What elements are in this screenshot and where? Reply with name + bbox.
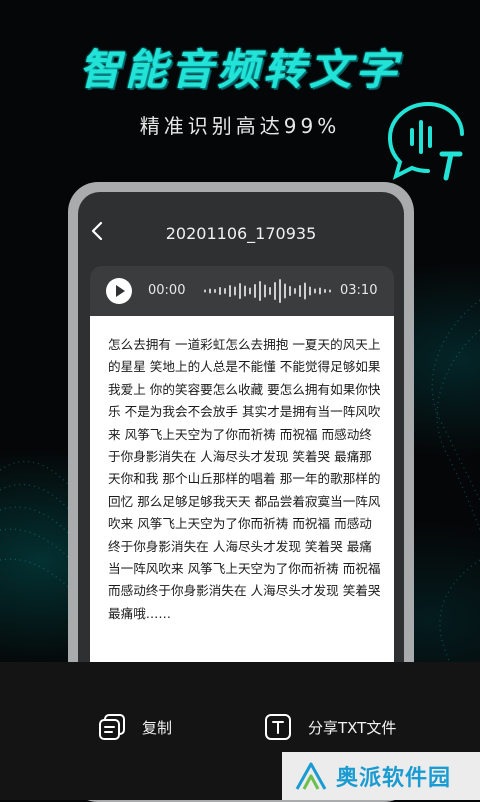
waveform-bar [294,288,296,294]
waveform-bar [244,285,246,297]
waveform-bar [274,282,276,300]
waveform-bar [304,282,306,300]
waveform-bar [324,289,326,293]
transcript-panel: 怎么去拥有 一道彩虹怎么去拥抱 一夏天的风天上的星星 笑地上的人总是不能懂 不能… [90,316,394,666]
waveform-bar [239,283,241,299]
waveform-bar [234,286,236,296]
screen-header: 20201106_170935 [78,192,404,272]
audio-player: 00:00 03:10 [90,266,394,316]
promo-headline: 智能音频转文字 [78,45,401,94]
waveform-bar [284,283,286,299]
waveform-bar [279,279,281,303]
audio-waveform[interactable] [202,276,334,306]
copy-icon [99,714,125,740]
waveform-bar [229,285,231,297]
waveform-bar [204,289,206,293]
text-file-icon [265,714,291,740]
waveform-bar [219,287,221,295]
play-icon[interactable] [106,278,132,304]
total-time: 03:10 [340,283,378,298]
waveform-bar [259,281,261,301]
watermark-text: 奥派软件园 [336,766,452,791]
transcript-text[interactable]: 怎么去拥有 一道彩虹怎么去拥抱 一夏天的风天上的星星 笑地上的人总是不能懂 不能… [108,334,384,625]
file-title: 20201106_170935 [165,224,317,243]
watermark: 奥派软件园 [282,752,480,800]
waveform-bar [249,287,251,295]
waveform-bar [269,287,271,295]
current-time: 00:00 [148,283,186,298]
waveform-bar [214,289,216,293]
share-txt-button[interactable]: 分享TXT文件 [262,710,396,744]
waveform-bar [329,289,331,293]
aopai-logo [295,762,327,790]
copy-button[interactable]: 复制 [96,710,172,744]
waveform-bar [264,284,266,298]
waveform-bar [224,288,226,294]
waveform-bar [299,285,301,297]
waveform-bar [209,288,211,294]
waveform-bar [319,287,321,295]
waveform-bar [289,286,291,296]
waveform-bar [314,288,316,294]
waveform-bar [254,284,256,298]
copy-label: 复制 [142,718,173,737]
speech-bubble-sound-text-icon [387,102,464,181]
waveform-bar [309,286,311,296]
share-label: 分享TXT文件 [308,718,397,737]
